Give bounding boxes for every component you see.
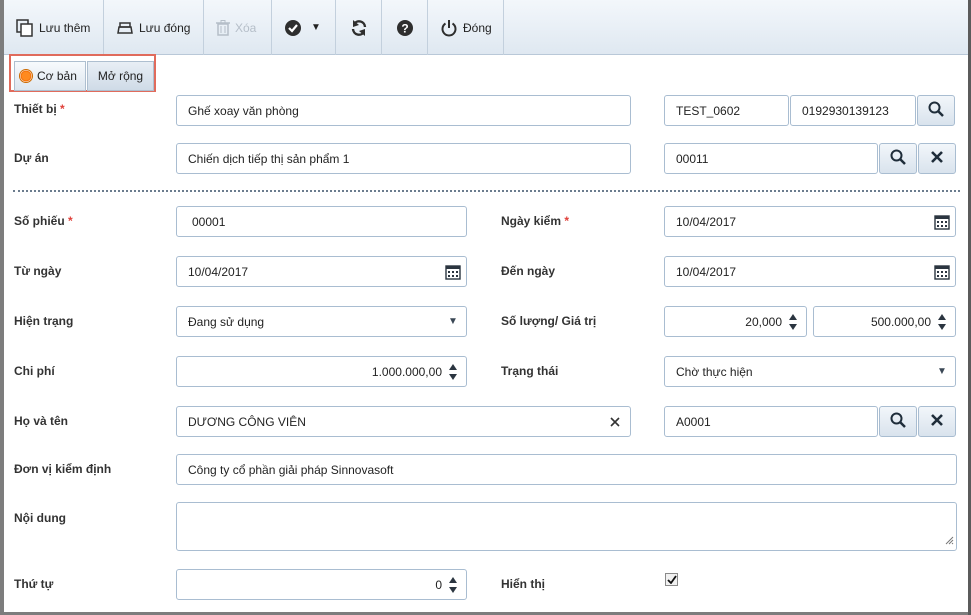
close-x-icon xyxy=(931,414,943,429)
tab-extended[interactable]: Mở rộng xyxy=(87,61,154,91)
device-code-field[interactable]: TEST_0602 xyxy=(664,95,789,126)
cost-stepper[interactable]: 1.000.000,00 xyxy=(176,356,467,387)
content-label: Nội dung xyxy=(14,511,66,525)
project-name-field[interactable]: Chiến dịch tiếp thị sản phẩm 1 xyxy=(176,143,631,174)
value-stepper[interactable]: 500.000,00 xyxy=(813,306,956,337)
project-clear-button[interactable] xyxy=(918,143,956,174)
tab-extended-label: Mở rộng xyxy=(97,69,144,83)
condition-label: Hiện trạng xyxy=(14,314,74,328)
ticket-no-field[interactable]: 00001 xyxy=(176,206,467,237)
power-icon xyxy=(440,19,458,37)
delete-button[interactable]: Xóa xyxy=(204,0,272,55)
close-x-icon xyxy=(931,151,943,166)
order-stepper[interactable]: 0 xyxy=(176,569,467,600)
tab-basic-label: Cơ bản xyxy=(37,69,77,83)
calendar-icon[interactable] xyxy=(931,257,953,286)
quantity-stepper[interactable]: 20,000 xyxy=(664,306,807,337)
svg-text:?: ? xyxy=(401,21,408,35)
display-checkbox[interactable] xyxy=(665,573,678,586)
to-date-label: Đến ngày xyxy=(501,264,556,278)
ticket-no-label: Số phiếu * xyxy=(14,214,73,228)
employee-search-button[interactable] xyxy=(879,406,917,437)
close-button[interactable]: Đóng xyxy=(428,0,504,55)
save-close-label: Lưu đóng xyxy=(139,20,191,35)
spinner-arrows-icon[interactable] xyxy=(442,570,464,599)
employee-clear-button[interactable] xyxy=(918,406,956,437)
device-serial-field[interactable]: 0192930139123 xyxy=(790,95,916,126)
caret-down-icon[interactable]: ▼ xyxy=(442,307,464,336)
section-divider xyxy=(13,190,960,192)
close-label: Đóng xyxy=(463,20,492,35)
status-label: Trạng thái xyxy=(501,364,559,378)
toolbar: Lưu thêm Lưu đóng Xóa ▼ ? Đóng xyxy=(4,0,968,55)
spinner-arrows-icon[interactable] xyxy=(782,307,804,336)
caret-down-icon[interactable]: ▼ xyxy=(931,357,953,386)
inspection-unit-label: Đơn vị kiểm định xyxy=(14,462,112,476)
resize-grip-icon[interactable] xyxy=(945,534,954,548)
from-date-label: Từ ngày xyxy=(14,264,62,278)
save-icon xyxy=(116,20,134,36)
full-name-field[interactable]: DƯƠNG CÔNG VIÊN xyxy=(176,406,631,437)
device-search-button[interactable] xyxy=(917,95,955,126)
spinner-arrows-icon[interactable] xyxy=(931,307,953,336)
employee-code-field[interactable]: A0001 xyxy=(664,406,878,437)
required-mark: * xyxy=(60,102,65,116)
from-date-field[interactable]: 10/04/2017 xyxy=(176,256,467,287)
spinner-arrows-icon[interactable] xyxy=(442,357,464,386)
save-more-label: Lưu thêm xyxy=(39,20,91,35)
save-close-button[interactable]: Lưu đóng xyxy=(104,0,204,55)
display-label: Hiển thị xyxy=(501,577,545,591)
clear-x-icon[interactable] xyxy=(604,407,626,436)
required-mark: * xyxy=(564,214,570,228)
trash-icon xyxy=(216,19,230,36)
full-name-label: Họ và tên xyxy=(14,414,69,428)
calendar-icon[interactable] xyxy=(931,207,953,236)
condition-select[interactable]: Đang sử dụng ▼ xyxy=(176,306,467,337)
project-label: Dự án xyxy=(14,151,49,165)
refresh-icon xyxy=(350,19,368,37)
order-label: Thứ tự xyxy=(14,577,54,591)
quantity-value-label: Số lượng/ Giá trị xyxy=(501,314,597,328)
approve-dropdown-button[interactable]: ▼ xyxy=(272,0,336,55)
search-icon xyxy=(890,412,906,431)
required-mark: * xyxy=(68,214,73,228)
search-icon xyxy=(890,149,906,168)
content-textarea[interactable] xyxy=(176,502,957,551)
help-button[interactable]: ? xyxy=(382,0,428,55)
to-date-field[interactable]: 10/04/2017 xyxy=(664,256,956,287)
search-icon xyxy=(928,101,944,120)
calendar-icon[interactable] xyxy=(442,257,464,286)
check-circle-icon xyxy=(284,19,302,37)
copy-icon xyxy=(16,18,34,37)
checkmark-icon xyxy=(666,573,677,587)
status-select[interactable]: Chờ thực hiện ▼ xyxy=(664,356,956,387)
delete-label: Xóa xyxy=(235,20,257,35)
help-icon: ? xyxy=(396,19,414,37)
save-more-button[interactable]: Lưu thêm xyxy=(4,0,104,55)
device-label: Thiết bị * xyxy=(14,102,65,116)
cost-label: Chi phí xyxy=(14,364,55,378)
tab-strip: Cơ bản Mở rộng xyxy=(9,54,156,92)
form-window: Lưu thêm Lưu đóng Xóa ▼ ? Đóng Cơ bản Mở… xyxy=(4,0,968,612)
device-name-field[interactable]: Ghế xoay văn phòng xyxy=(176,95,631,126)
refresh-button[interactable] xyxy=(336,0,382,55)
radio-selected-icon xyxy=(19,69,33,83)
caret-down-icon: ▼ xyxy=(311,22,321,33)
tab-basic[interactable]: Cơ bản xyxy=(14,61,86,91)
project-code-field[interactable]: 00011 xyxy=(664,143,878,174)
check-date-label: Ngày kiểm * xyxy=(501,214,570,228)
check-date-field[interactable]: 10/04/2017 xyxy=(664,206,956,237)
inspection-unit-field[interactable]: Công ty cổ phần giải pháp Sinnovasoft xyxy=(176,454,957,485)
project-search-button[interactable] xyxy=(879,143,917,174)
